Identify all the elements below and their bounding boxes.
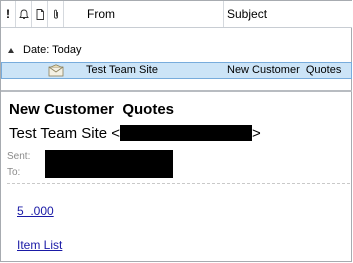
sent-label: Sent: <box>7 151 31 162</box>
document-column[interactable] <box>32 1 48 27</box>
sender-name[interactable]: Test Team Site <box>9 125 107 142</box>
envelope-icon <box>48 64 64 77</box>
sender-email-redacted: devi@anthro.com <box>120 125 253 141</box>
item-list-link[interactable]: Item List <box>17 238 62 252</box>
importance-column[interactable]: ! <box>1 1 16 27</box>
message-row-from: Test Team Site <box>86 64 158 76</box>
from-column-header[interactable]: From <box>85 1 115 27</box>
pane-splitter[interactable] <box>1 90 352 92</box>
sent-value: Wed 21 2011 9:06 AM <box>45 150 144 161</box>
message-row-subject: New Customer Quotes <box>227 64 342 76</box>
subject-column-header[interactable]: Subject <box>227 1 267 27</box>
message-row[interactable]: Test Team Site New Customer Quotes <box>1 62 352 79</box>
reminder-column[interactable] <box>16 1 32 27</box>
bell-icon <box>18 9 29 19</box>
list-column-header: ! From Subject <box>1 1 352 28</box>
reading-pane-subject: New Customer Quotes <box>9 101 175 118</box>
paperclip-icon <box>53 9 58 19</box>
value-link[interactable]: 5 .000 <box>17 204 54 218</box>
collapse-triangle-icon[interactable] <box>8 47 14 53</box>
group-header-today[interactable]: Date: Today <box>8 44 82 56</box>
header-icon-columns: ! <box>1 1 64 27</box>
to-value: Sonia Paul <box>45 161 94 172</box>
document-icon <box>36 8 44 20</box>
importance-icon: ! <box>6 7 10 21</box>
column-divider[interactable] <box>223 1 224 27</box>
to-label: To: <box>7 167 21 178</box>
sender-bracket-close: > <box>252 125 261 142</box>
reading-pane-sender[interactable]: Test Team Site <devi@anthro.com > <box>9 125 261 142</box>
group-label: Date: Today <box>23 44 82 56</box>
sender-bracket-open: < <box>111 125 121 142</box>
sent-to-redacted: Wed 21 2011 9:06 AM Sonia Paul <box>45 150 173 178</box>
header-body-divider <box>7 183 350 184</box>
attachment-column[interactable] <box>48 1 64 27</box>
